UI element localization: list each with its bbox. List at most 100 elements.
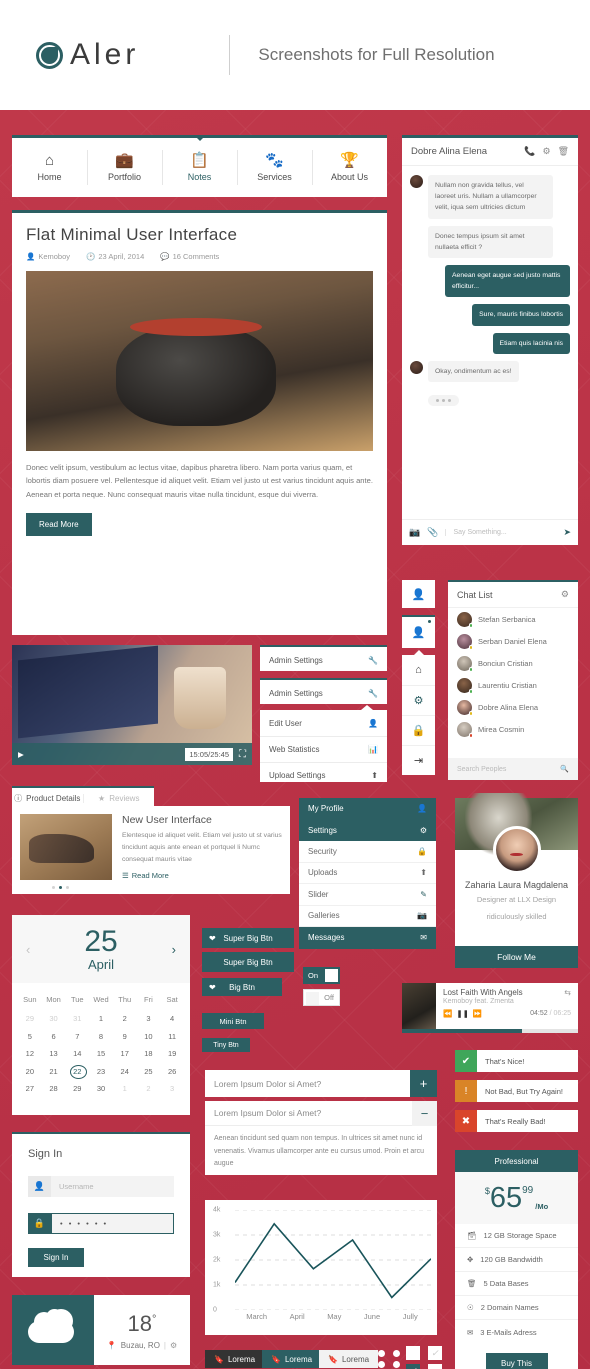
- buy-this-button[interactable]: Buy This: [485, 1353, 548, 1369]
- toggle-knob[interactable]: [325, 969, 338, 982]
- calendar-day-cell[interactable]: 25: [137, 1062, 161, 1079]
- calendar-day-cell[interactable]: 21: [42, 1062, 66, 1079]
- tag-teal[interactable]: 🔖 Lorema: [262, 1350, 322, 1368]
- calendar-day-cell[interactable]: 13: [42, 1045, 66, 1062]
- dot[interactable]: [52, 886, 55, 889]
- big-button-heart[interactable]: ❤ Big Btn: [202, 978, 282, 996]
- calendar-day-cell[interactable]: 15: [89, 1045, 113, 1062]
- lock-icon[interactable]: 🔒: [402, 715, 435, 745]
- calendar-day-cell[interactable]: 17: [113, 1045, 137, 1062]
- calendar-day-cell[interactable]: 18: [137, 1045, 161, 1062]
- icon-rail-top[interactable]: 👤: [402, 580, 435, 608]
- calendar-day-selected[interactable]: 22: [65, 1062, 89, 1080]
- password-field-group[interactable]: 🔒 • • • • • •: [28, 1213, 174, 1234]
- admin-settings-collapsed-1[interactable]: Admin Settings 🔧: [260, 645, 387, 671]
- radio-button[interactable]: [393, 1361, 400, 1368]
- super-big-button[interactable]: Super Big Btn: [202, 952, 294, 972]
- calendar-day-cell[interactable]: 2: [137, 1080, 161, 1097]
- menu-item-my-profile[interactable]: My Profile 👤: [299, 798, 436, 820]
- password-input[interactable]: • • • • • •: [51, 1213, 174, 1234]
- alert-success[interactable]: ✔ That's Nice!: [455, 1050, 578, 1072]
- user-icon[interactable]: 👤: [402, 580, 435, 608]
- admin-settings-row[interactable]: Admin Settings 🔧: [260, 680, 387, 706]
- admin-settings-dropdown[interactable]: Edit User 👤 Web Statistics 📊 Upload Sett…: [260, 705, 387, 782]
- player-controls[interactable]: ⏪ ❚❚ ⏩ 04:52 / 06:25: [443, 1009, 571, 1018]
- camera-icon[interactable]: 📷: [409, 527, 420, 538]
- calendar-day-cell[interactable]: 9: [113, 1028, 137, 1045]
- phone-icon[interactable]: 📞: [524, 146, 535, 157]
- list-item[interactable]: Serban Daniel Elena: [448, 630, 578, 652]
- toggle-off[interactable]: Off: [303, 989, 340, 1006]
- next-month-icon[interactable]: ›: [172, 942, 176, 957]
- gear-icon[interactable]: ⚙: [170, 1341, 177, 1350]
- tiny-button[interactable]: Tiny Btn: [202, 1038, 250, 1052]
- calendar-day-cell[interactable]: 8: [89, 1028, 113, 1045]
- calendar-day-cell[interactable]: 3: [160, 1080, 184, 1097]
- calendar-day-cell[interactable]: 29: [65, 1080, 89, 1097]
- chat-input[interactable]: Say Something...: [445, 529, 556, 536]
- radio-group[interactable]: [378, 1350, 404, 1368]
- radio-button[interactable]: [378, 1361, 385, 1368]
- list-item[interactable]: Mirea Cosmin: [448, 718, 578, 740]
- calendar-day-cell[interactable]: 28: [42, 1080, 66, 1097]
- calendar-day-cell[interactable]: 19: [160, 1045, 184, 1062]
- menu-item-galleries[interactable]: Galleries 📷: [299, 905, 436, 927]
- plus-icon[interactable]: +: [410, 1070, 437, 1097]
- sign-in-button[interactable]: Sign In: [28, 1248, 84, 1267]
- calendar-day-cell[interactable]: 30: [42, 1010, 66, 1027]
- gear-icon[interactable]: ⚙: [542, 146, 550, 157]
- carousel-dots[interactable]: [52, 886, 69, 889]
- product-read-more-link[interactable]: ☰ Read More: [122, 871, 282, 880]
- calendar-day-cell[interactable]: 29: [18, 1010, 42, 1027]
- calendar-day-cell[interactable]: 1: [89, 1010, 113, 1027]
- radio-button[interactable]: [378, 1350, 385, 1357]
- video-player[interactable]: ▶ 15:05/25:45 ⛶: [12, 645, 252, 765]
- dot-active[interactable]: [59, 886, 62, 889]
- icon-rail-active[interactable]: 👤: [402, 615, 435, 648]
- play-icon[interactable]: ▶: [18, 750, 24, 759]
- gear-icon[interactable]: ⚙: [561, 589, 569, 600]
- calendar-day-cell[interactable]: 24: [113, 1062, 137, 1079]
- product-tabs[interactable]: ⓘ Product Details ★ Reviews: [12, 786, 154, 808]
- read-more-button[interactable]: Read More: [26, 512, 92, 536]
- list-item[interactable]: Laurentiu Cristian: [448, 674, 578, 696]
- nav-item-portfolio[interactable]: 💼 Portfolio: [87, 138, 162, 197]
- admin-menu-item-web-statistics[interactable]: Web Statistics 📊: [260, 736, 387, 762]
- calendar-day-cell[interactable]: 2: [113, 1010, 137, 1027]
- calendar-day-cell[interactable]: 4: [160, 1010, 184, 1027]
- menu-item-uploads[interactable]: Uploads ⬆: [299, 862, 436, 884]
- tag-dark[interactable]: 🔖 Lorema: [205, 1350, 265, 1368]
- next-icon[interactable]: ⏩: [473, 1009, 482, 1018]
- admin-menu-item-upload-settings[interactable]: Upload Settings ⬆: [260, 762, 387, 788]
- tag-light[interactable]: 🔖 Lorema: [319, 1350, 379, 1368]
- calendar-day-cell[interactable]: 11: [160, 1028, 184, 1045]
- nav-item-notes[interactable]: 📋 Notes: [162, 135, 237, 197]
- calendar-day-cell[interactable]: 12: [18, 1045, 42, 1062]
- calendar-day-cell[interactable]: 10: [137, 1028, 161, 1045]
- tab-reviews[interactable]: ★ Reviews: [82, 793, 155, 803]
- menu-item-settings[interactable]: Settings ⚙: [299, 819, 436, 841]
- calendar-day-cell[interactable]: 20: [18, 1062, 42, 1079]
- menu-item-security[interactable]: Security 🔒: [299, 841, 436, 863]
- follow-me-button[interactable]: Follow Me: [455, 946, 578, 968]
- tab-product-details[interactable]: ⓘ Product Details: [12, 793, 83, 804]
- alert-error[interactable]: ✖ That's Really Bad!: [455, 1110, 578, 1132]
- calendar-widget[interactable]: ‹ 25 April › Sun Mon Tue Wed Thu Fri Sat…: [12, 915, 190, 1115]
- checkbox-unchecked[interactable]: [428, 1364, 442, 1369]
- calendar-day-cell[interactable]: 26: [160, 1062, 184, 1079]
- nav-item-services[interactable]: 🐾 Services: [237, 138, 312, 197]
- music-player[interactable]: Lost Faith With Angels Kemoboy feat. Zme…: [402, 983, 578, 1033]
- list-item[interactable]: Dobre Alina Elena: [448, 696, 578, 718]
- list-item[interactable]: Stefan Serbanica: [448, 608, 578, 630]
- accordion-expanded[interactable]: Lorem Ipsum Dolor si Amet? − Aenean tinc…: [205, 1100, 437, 1175]
- video-controls[interactable]: ▶ 15:05/25:45 ⛶: [12, 743, 252, 765]
- list-item[interactable]: Bonciun Cristian: [448, 652, 578, 674]
- home-icon[interactable]: ⌂: [402, 655, 435, 685]
- dot[interactable]: [66, 886, 69, 889]
- admin-settings-row[interactable]: Admin Settings 🔧: [260, 647, 387, 673]
- accordion-collapsed[interactable]: Lorem Ipsum Dolor si Amet? +: [205, 1070, 437, 1097]
- icon-rail-menu[interactable]: ⌂ ⚙ 🔒 ⇥: [402, 650, 435, 775]
- calendar-day-cell[interactable]: 14: [65, 1045, 89, 1062]
- username-input[interactable]: Username: [51, 1176, 174, 1197]
- fullscreen-icon[interactable]: ⛶: [239, 749, 246, 760]
